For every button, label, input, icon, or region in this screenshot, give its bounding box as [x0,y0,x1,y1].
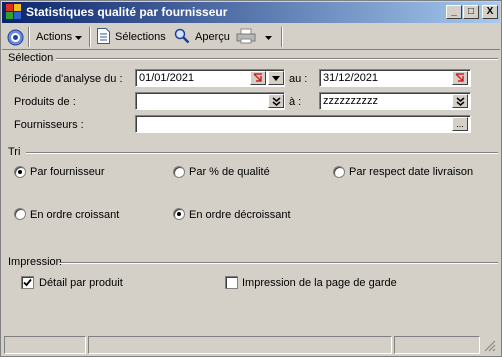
selections-button[interactable]: Sélections [97,27,166,47]
maximize-button[interactable]: □ [463,5,479,19]
calendar-reset-icon[interactable] [250,71,266,85]
radio-ascending[interactable] [14,208,26,220]
title-bar[interactable]: Statistiques qualité par fournisseur _ □… [2,2,500,23]
toolbar: Actions Sélections Aperçu [2,24,500,50]
actions-menu-button[interactable]: Actions [36,28,83,46]
preview-button[interactable]: Aperçu [174,28,230,46]
group-divider [56,58,498,60]
toolbar-separator [89,27,91,47]
target-icon[interactable] [7,28,24,46]
selection-group-title: Sélection [8,52,54,64]
chevron-down-icon[interactable] [268,71,284,85]
double-chevron-down-icon[interactable] [268,94,284,108]
radio-by-delivery[interactable] [333,166,345,178]
detail-checkbox-label[interactable]: Détail par produit [39,277,123,289]
toolbar-separator [28,27,30,47]
suppliers-field[interactable] [135,115,471,133]
actions-label: Actions [36,31,73,43]
products-to-value: zzzzzzzzzz [323,95,378,107]
radio-by-supplier-label[interactable]: Par fournisseur [30,166,105,178]
printer-icon [236,28,256,47]
group-divider [26,152,498,154]
period-to-field[interactable]: 31/12/2021 [319,69,471,87]
status-cell [4,336,86,354]
period-to-value: 31/12/2021 [323,72,379,84]
radio-by-supplier[interactable] [14,166,26,178]
resize-grip-icon[interactable] [484,340,496,355]
browse-button[interactable]: ... [452,117,468,131]
status-bar [2,334,500,356]
calendar-reset-icon[interactable] [452,71,468,85]
radio-by-quality[interactable] [173,166,185,178]
chevron-down-icon [75,31,83,43]
close-button[interactable]: X [482,5,498,19]
checkmark-icon [23,278,32,287]
double-chevron-down-icon[interactable] [452,94,468,108]
suppliers-label: Fournisseurs : [14,119,84,131]
products-to-field[interactable]: zzzzzzzzzz [319,92,471,110]
status-cell [394,336,480,354]
print-button[interactable] [236,28,272,46]
radio-by-delivery-label[interactable]: Par respect date livraison [349,166,473,178]
selections-label: Sélections [115,31,166,43]
app-icon [6,4,22,20]
period-from-value: 01/01/2021 [139,72,195,84]
chevron-down-icon [265,31,272,43]
print-group-title: Impression [8,256,62,268]
period-label: Période d'analyse du : [14,73,123,85]
window-title: Statistiques qualité par fournisseur [26,5,228,19]
radio-descending[interactable] [173,208,185,220]
status-cell [88,336,392,354]
products-from-field[interactable] [135,92,285,110]
radio-descending-label[interactable]: En ordre décroissant [189,209,291,221]
radio-ascending-label[interactable]: En ordre croissant [30,209,119,221]
window: Statistiques qualité par fournisseur _ □… [0,0,502,357]
products-label: Produits de : [14,96,76,108]
toolbar-separator [281,27,283,47]
cover-page-checkbox[interactable] [225,276,238,289]
cover-page-checkbox-label[interactable]: Impression de la page de garde [242,277,397,289]
sort-group-title: Tri [8,146,21,158]
preview-label: Aperçu [195,31,230,43]
minimize-button[interactable]: _ [446,5,462,19]
detail-checkbox[interactable] [21,276,34,289]
magnifier-icon [174,28,190,47]
period-to-label: au : [289,73,308,85]
radio-by-quality-label[interactable]: Par % de qualité [189,166,270,178]
document-icon [97,27,110,47]
group-divider [59,262,498,264]
products-to-label: à : [289,96,302,108]
